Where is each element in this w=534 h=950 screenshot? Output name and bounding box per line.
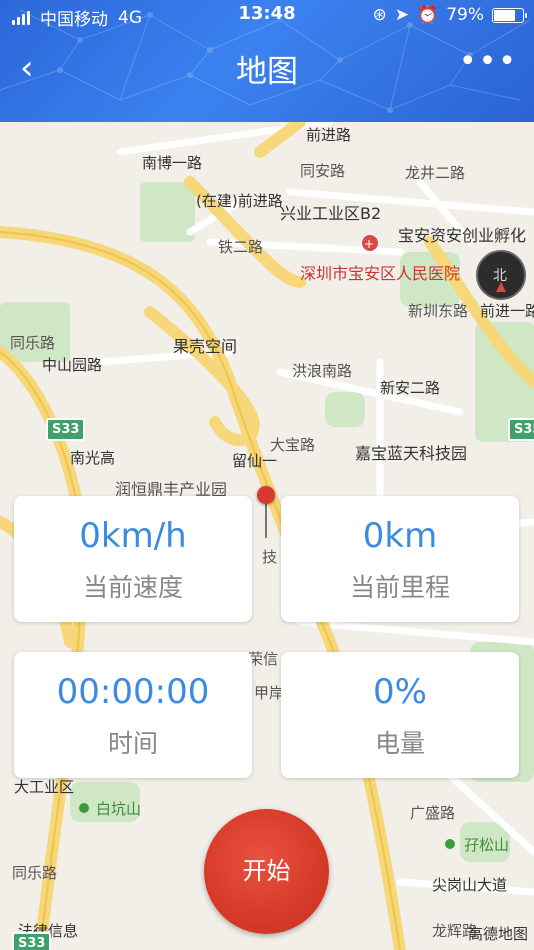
compass-icon[interactable]: 北 [476, 250, 526, 300]
start-button[interactable]: 开始 [204, 809, 329, 934]
map-label: 果壳空间 [173, 337, 238, 356]
map-label: 孖松山 [464, 836, 510, 854]
svg-text:+: + [364, 237, 374, 251]
speed-value: 0km/h [79, 516, 187, 556]
map-label-hospital: 深圳市宝安区人民医院 [300, 264, 461, 283]
speed-label: 当前速度 [82, 573, 183, 602]
time-label: 时间 [107, 729, 158, 758]
map-label: 宝安资安创业孵化 [398, 226, 527, 245]
map-label: 广盛路 [410, 804, 456, 822]
svg-text:北: 北 [493, 268, 507, 284]
distance-value: 0km [362, 516, 438, 556]
map-label: 同安路 [300, 162, 346, 180]
map-label: 前进一路 [480, 302, 534, 320]
map-label: 中山园路 [42, 356, 103, 374]
map-label: 洪浪南路 [292, 362, 353, 380]
map-label: 新圳东路 [408, 302, 469, 320]
map-label: 铁二路 [218, 238, 264, 256]
map-label: 南光高 [70, 449, 116, 467]
map-label: 白坑山 [96, 800, 142, 818]
map-label: 龙井二路 [405, 164, 466, 182]
time-card: 00:00:00 时间 [14, 652, 252, 778]
alarm-icon: ⏰ [417, 5, 439, 25]
road-badge: S33 [46, 418, 86, 441]
map-label: 兴业工业区B2 [280, 204, 382, 223]
map-label: 尖岗山大道 [432, 876, 508, 894]
more-button[interactable]: ••• [459, 47, 518, 77]
map-label: 嘉宝蓝天科技园 [355, 444, 468, 463]
battery-label: 电量 [374, 729, 425, 758]
map-label: 同乐路 [12, 864, 58, 882]
status-bar: 中国移动 4G 13:48 ⊛ ➤ ⏰ 79% [0, 0, 534, 30]
distance-label: 当前里程 [349, 573, 450, 602]
battery-percent: 79% [446, 5, 484, 25]
battery-value: 0% [373, 672, 427, 712]
rotation-lock-icon: ⊛ [372, 5, 387, 25]
page-title: 地图 [236, 54, 298, 90]
pin-stick [265, 502, 267, 538]
map-label: 新安二路 [380, 379, 441, 397]
distance-card: 0km 当前里程 [281, 496, 519, 622]
speed-card: 0km/h 当前速度 [14, 496, 252, 622]
map-label: 甲岸 [254, 684, 285, 702]
location-arrow-icon: ➤ [394, 5, 410, 25]
map-logo: 高德地图 [467, 925, 528, 943]
map-label: 南博一路 [142, 154, 203, 172]
map-label: 技 [262, 548, 278, 566]
more-dots-icon: ••• [458, 44, 518, 79]
app-header: 中国移动 4G 13:48 ⊛ ➤ ⏰ 79% ‹ 地图 ••• [0, 0, 534, 122]
map-label: 留仙一 [232, 452, 278, 470]
time-value: 00:00:00 [56, 672, 210, 712]
map-label: (在建)前进路 [196, 192, 283, 210]
road-badge: S35 [508, 418, 534, 441]
map-label: 前进路 [306, 126, 352, 144]
nav-bar: ‹ 地图 ••• [0, 30, 534, 110]
battery-icon [492, 7, 527, 23]
map-label: 大工业区 [14, 778, 75, 796]
map-label: 荣信 [248, 650, 279, 668]
road-badge: S33 [12, 932, 52, 950]
location-pin-icon[interactable] [257, 486, 275, 504]
map-label: 同乐路 [10, 334, 56, 352]
battery-card: 0% 电量 [281, 652, 519, 778]
